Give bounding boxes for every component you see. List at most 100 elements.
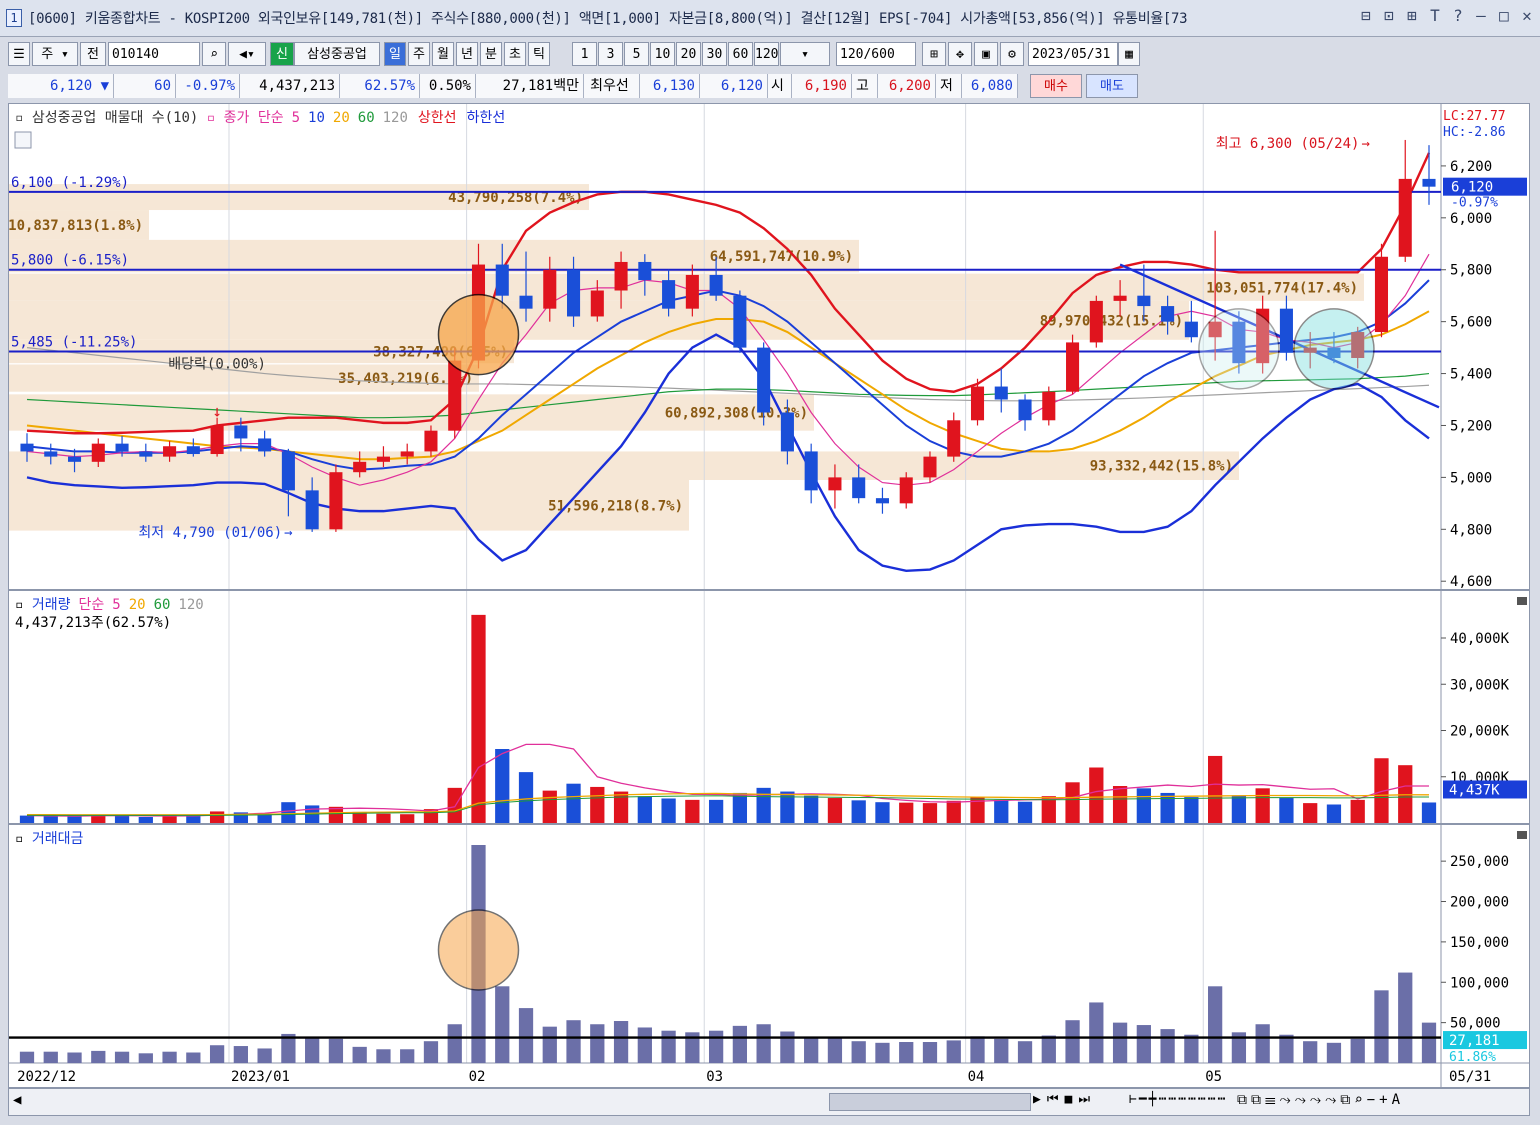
playback-controls[interactable]: ▶⏮■⏭ (1033, 1092, 1096, 1107)
volume-bar[interactable] (613, 791, 629, 823)
volume-bar[interactable] (851, 800, 866, 823)
volume-bar[interactable] (685, 799, 700, 823)
amount-bar[interactable] (233, 1046, 248, 1063)
volume-bar[interactable] (827, 798, 843, 823)
volume-bar[interactable] (661, 798, 676, 823)
interval-tab-3[interactable]: 3 (598, 42, 623, 66)
window-number[interactable]: 1 (6, 9, 22, 27)
amount-bar[interactable] (495, 986, 510, 1063)
amount-bar[interactable] (328, 1038, 344, 1063)
amount-bar[interactable] (1279, 1034, 1294, 1063)
volume-bar[interactable] (1065, 782, 1080, 823)
volume-bar[interactable] (138, 816, 153, 823)
amount-bar[interactable] (19, 1051, 35, 1063)
volume-chart[interactable]: 40,000K30,000K20,000K10,000K▫ 거래량 단순 5 20 60… (9, 591, 1529, 823)
amount-bar[interactable] (542, 1026, 557, 1063)
legend-upper-band[interactable]: 상한선 (418, 110, 457, 126)
window-control-4-icon[interactable]: ? (1448, 6, 1468, 25)
drawing-tools[interactable]: ⧉⧉☰⤳⤳⤳⤳⧉⌕−+A (1237, 1092, 1404, 1108)
volume-bar[interactable] (186, 816, 201, 823)
candle[interactable] (1374, 243, 1389, 338)
window-control-7-icon[interactable]: ✕ (1517, 6, 1537, 25)
volume-bar[interactable] (43, 816, 58, 823)
amount-bar[interactable] (613, 1021, 629, 1063)
volume-bar[interactable] (114, 815, 130, 823)
amount-bar[interactable] (875, 1042, 890, 1063)
amount-bar[interactable] (899, 1042, 914, 1063)
period-tab-4[interactable]: 분 (480, 42, 502, 66)
amount-bar[interactable] (851, 1041, 866, 1063)
legend-ma-5[interactable]: 5 (292, 110, 300, 126)
amount-bar[interactable] (590, 1024, 605, 1063)
amount-bar[interactable] (637, 1027, 652, 1063)
volume-bar[interactable] (209, 811, 225, 823)
period-tab-1[interactable]: 주 (408, 42, 430, 66)
amount-bar[interactable] (1255, 1024, 1270, 1063)
interval-tab-60[interactable]: 60 (728, 42, 753, 66)
crosshair-icon[interactable]: ✥ (948, 42, 972, 66)
amount-bar[interactable] (1017, 1041, 1033, 1063)
candle[interactable] (804, 443, 818, 504)
amount-bar[interactable] (1112, 1022, 1128, 1063)
amount-chart[interactable]: 250,000 200,000 150,000 100,000 50,000 ▫ 거래대금… (9, 825, 1529, 1087)
interval-tab-5[interactable]: 5 (624, 42, 649, 66)
amount-bar[interactable] (518, 1008, 534, 1063)
legend-ma-10[interactable]: 10 (308, 110, 325, 126)
amount-bar[interactable] (162, 1051, 177, 1063)
volume-bar[interactable] (1350, 799, 1365, 823)
gear-icon[interactable]: ⚙ (1000, 42, 1024, 66)
volume-bar[interactable] (1231, 795, 1247, 823)
amount-bar[interactable] (1160, 1029, 1175, 1063)
horizontal-scrollbar-thumb[interactable] (829, 1093, 1031, 1111)
table-icon[interactable] (14, 131, 32, 149)
legend-volume-ma-120[interactable]: 120 (178, 597, 203, 613)
candle[interactable] (329, 464, 343, 532)
legend-ma-label[interactable]: 종가 단순 (224, 110, 284, 126)
legend-volume[interactable]: 거래량 (32, 597, 71, 613)
amount-bar[interactable] (661, 1030, 676, 1063)
amount-bar[interactable] (209, 1045, 225, 1063)
candle[interactable] (994, 368, 1008, 413)
legend-lower-band[interactable]: 하한선 (467, 110, 506, 126)
window-control-2-icon[interactable]: ⊞ (1402, 6, 1422, 25)
volume-bar[interactable] (1326, 804, 1342, 824)
volume-bar[interactable] (946, 800, 961, 823)
legend-volume-ma-label[interactable]: 단순 (79, 597, 105, 613)
volume-bar[interactable] (566, 783, 581, 823)
volume-bar[interactable] (447, 787, 462, 823)
amount-bar[interactable] (376, 1049, 391, 1063)
amount-bar[interactable] (138, 1053, 153, 1063)
period-tab-2[interactable]: 월 (432, 42, 454, 66)
interval-tab-1[interactable]: 1 (572, 42, 597, 66)
candle[interactable] (1089, 295, 1103, 348)
amount-bar[interactable] (827, 1037, 843, 1063)
legend-ma-120[interactable]: 120 (383, 110, 408, 126)
candle[interactable] (947, 412, 961, 462)
date-input[interactable]: 2023/05/31 (1028, 42, 1118, 66)
amount-bar[interactable] (400, 1049, 415, 1063)
volume-bar[interactable] (899, 802, 914, 823)
volume-bar[interactable] (637, 796, 652, 823)
menu-icon[interactable]: ☰ (8, 42, 30, 66)
volume-bar[interactable] (756, 787, 771, 823)
amount-bar[interactable] (67, 1052, 82, 1063)
candle[interactable] (1398, 139, 1412, 262)
amount-bar[interactable] (1136, 1025, 1151, 1063)
amount-bar[interactable] (732, 1025, 748, 1063)
volume-bar[interactable] (376, 813, 391, 823)
compare-icon[interactable]: ⊞ (922, 42, 946, 66)
zoom-slider[interactable]: ⊢━┿┅┅┅┅┅┅┅ (1129, 1092, 1227, 1107)
calendar-icon[interactable]: ▦ (1118, 42, 1140, 66)
buy-button[interactable]: 매수 (1030, 74, 1082, 98)
window-control-1-icon[interactable]: ⊡ (1379, 6, 1399, 25)
candle[interactable] (899, 472, 913, 509)
stock-code-input[interactable]: 010140 (108, 42, 200, 66)
legend-ma-20[interactable]: 20 (333, 110, 350, 126)
legend-volume-ma-5[interactable]: 5 (112, 597, 120, 613)
amount-bar[interactable] (43, 1051, 58, 1063)
volume-bar[interactable] (590, 786, 605, 823)
candle[interactable] (733, 290, 747, 353)
amount-bar[interactable] (756, 1024, 771, 1063)
volume-bar[interactable] (708, 799, 724, 823)
panel-collapse-icon[interactable] (1517, 597, 1527, 605)
